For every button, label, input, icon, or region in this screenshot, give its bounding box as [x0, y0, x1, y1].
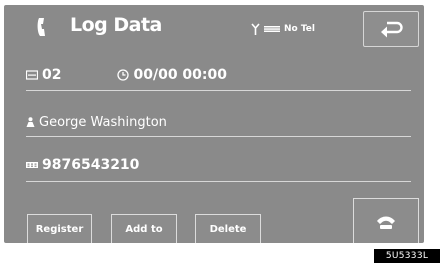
log-entry-row: 02 00/00 00:00 — [26, 64, 227, 86]
back-arrow-icon — [381, 21, 403, 38]
antenna-icon — [251, 23, 260, 35]
person-icon — [26, 117, 35, 127]
phone-handset-icon — [37, 18, 45, 36]
log-data-screen: Log Data No Tel 02 00/00 00:00 George Wa… — [4, 5, 424, 243]
clock-icon — [117, 69, 130, 81]
divider — [26, 136, 411, 137]
phone-number-row: 9876543210 — [26, 154, 139, 176]
entry-time: 00/00 00:00 — [133, 67, 227, 83]
back-button[interactable] — [363, 11, 419, 47]
status-label: No Tel — [284, 24, 315, 34]
divider — [26, 181, 411, 182]
status-indicator: No Tel — [251, 22, 315, 36]
page-title: Log Data — [70, 14, 162, 36]
contact-name: George Washington — [39, 114, 167, 130]
time-stamp: 00/00 00:00 — [117, 67, 227, 83]
signal-bars-icon — [264, 26, 280, 32]
contact-name-row: George Washington — [26, 111, 167, 133]
phone-number-icon — [26, 162, 38, 168]
phone-number: 9876543210 — [42, 157, 140, 173]
entry-index: 02 — [42, 67, 62, 83]
add-to-button[interactable]: Add to — [111, 214, 177, 243]
figure-code: 5U5333L — [374, 249, 440, 263]
phone-call-icon — [377, 216, 395, 229]
speed-dial-icon — [26, 70, 38, 80]
delete-button[interactable]: Delete — [195, 214, 261, 243]
register-button[interactable]: Register — [27, 214, 92, 243]
call-button[interactable] — [353, 198, 419, 243]
divider — [26, 90, 411, 91]
